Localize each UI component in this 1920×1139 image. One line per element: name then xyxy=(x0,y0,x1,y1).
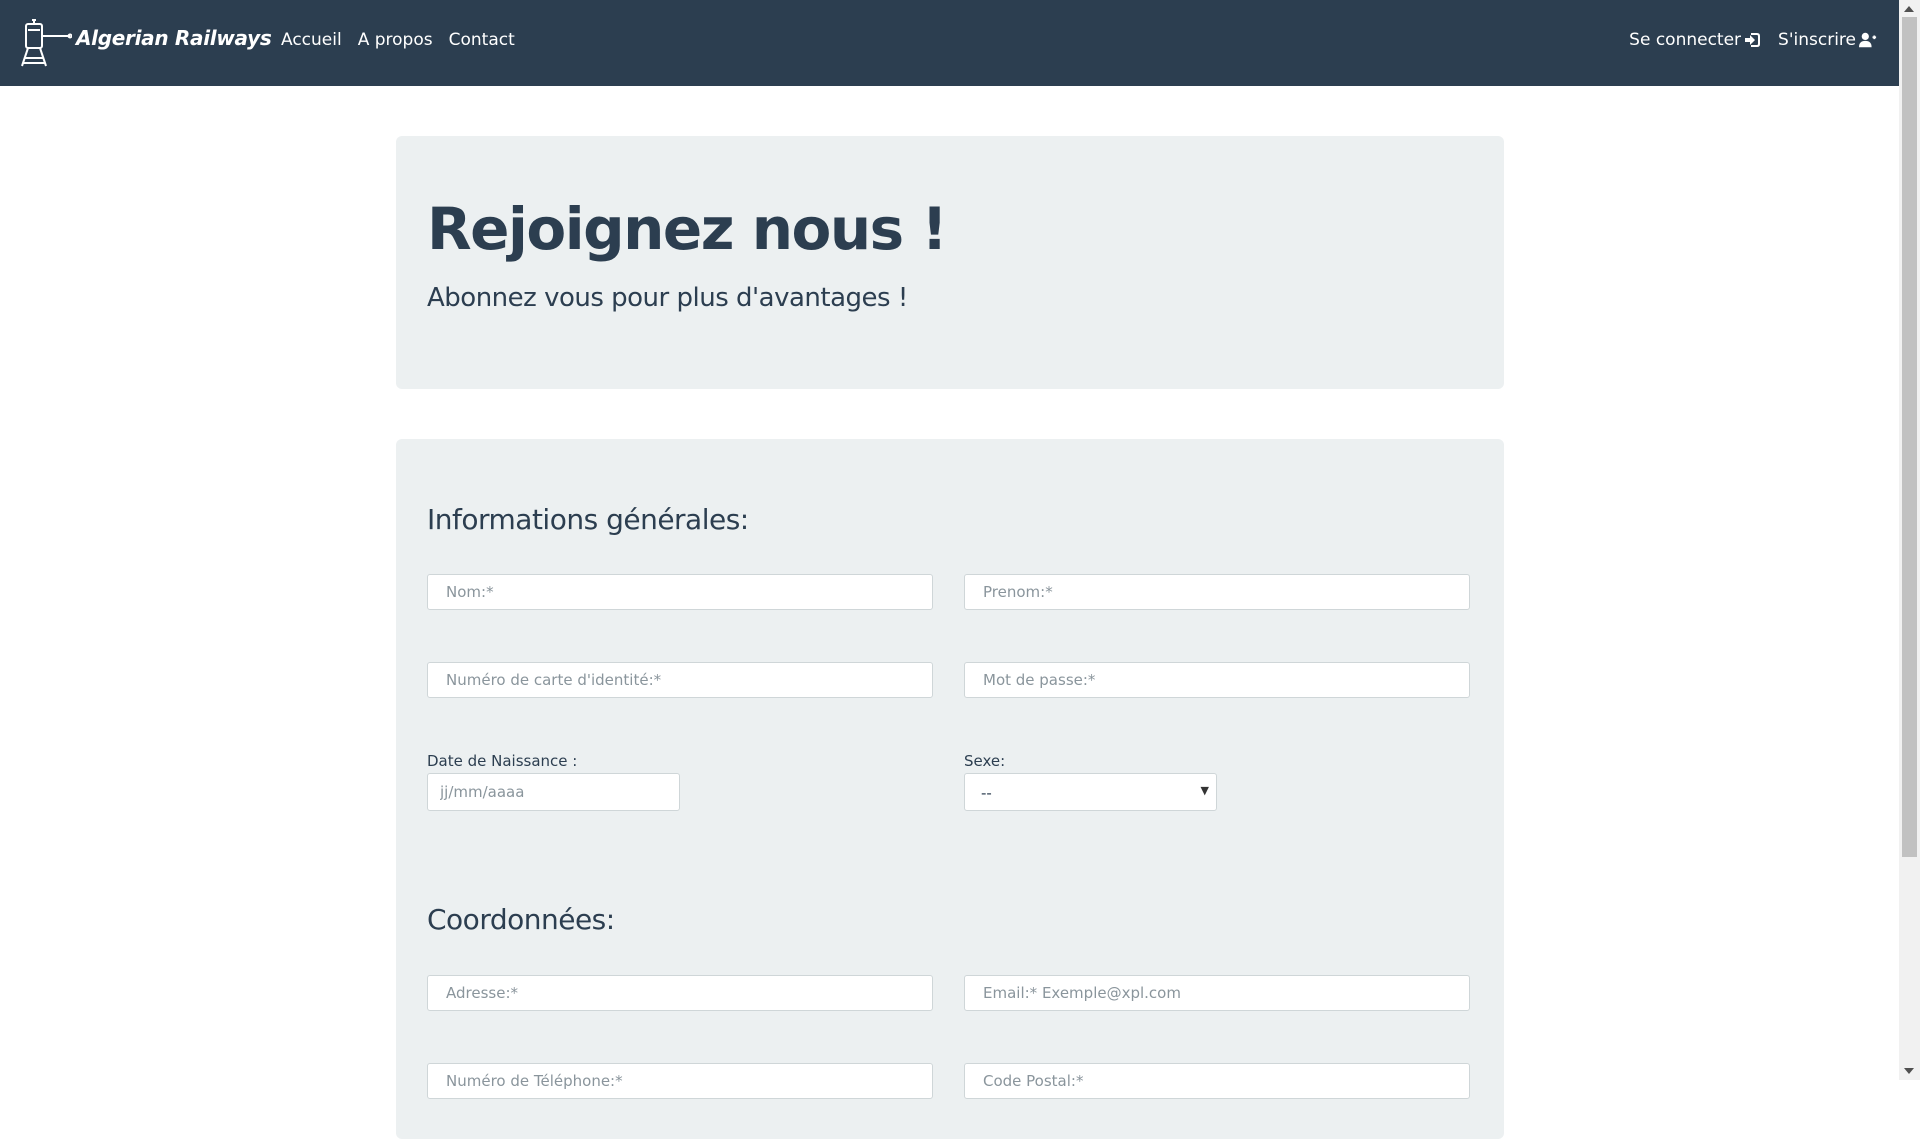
email-input[interactable] xyxy=(964,975,1470,1011)
sexe-select-value: -- xyxy=(981,784,992,802)
scroll-down-arrow-icon[interactable] xyxy=(1904,1068,1914,1074)
id-card-input[interactable] xyxy=(427,662,933,698)
scrollbar[interactable] xyxy=(1899,0,1920,1080)
scroll-thumb[interactable] xyxy=(1902,17,1917,857)
select-caret-icon: ▼ xyxy=(1200,784,1209,797)
general-info-title: Informations générales: xyxy=(427,503,749,536)
user-plus-icon xyxy=(1859,32,1877,48)
brand-name[interactable]: Algerian Railways xyxy=(76,26,272,50)
nav-link-apropos[interactable]: A propos xyxy=(358,30,433,50)
signup-label: S'inscrire xyxy=(1778,30,1856,50)
password-input[interactable] xyxy=(964,662,1470,698)
hero-banner: Rejoignez nous ! Abonnez vous pour plus … xyxy=(396,136,1504,389)
sexe-select[interactable]: -- ▼ xyxy=(964,773,1217,811)
sign-in-icon xyxy=(1745,33,1761,47)
navbar: Algerian Railways Accueil A propos Conta… xyxy=(0,0,1899,86)
contact-info-title: Coordonnées: xyxy=(427,903,615,936)
birthdate-label: Date de Naissance : xyxy=(427,752,578,770)
address-input[interactable] xyxy=(427,975,933,1011)
scroll-up-arrow-icon[interactable] xyxy=(1904,6,1914,12)
prenom-input[interactable] xyxy=(964,574,1470,610)
brand[interactable]: Algerian Railways xyxy=(18,18,272,68)
auth-nav: Se connecter S'inscrire xyxy=(1629,30,1877,50)
signup-form: Informations générales: Date de Naissanc… xyxy=(396,439,1504,1139)
sexe-label: Sexe: xyxy=(964,752,1006,770)
hero-title: Rejoignez nous ! xyxy=(427,195,948,263)
signup-link[interactable]: S'inscrire xyxy=(1778,30,1877,50)
postal-code-input[interactable] xyxy=(964,1063,1470,1099)
train-logo-icon xyxy=(21,19,72,67)
birthdate-input[interactable] xyxy=(427,773,680,811)
nav-link-accueil[interactable]: Accueil xyxy=(281,30,342,50)
nav-link-contact[interactable]: Contact xyxy=(449,30,515,50)
nom-input[interactable] xyxy=(427,574,933,610)
login-label: Se connecter xyxy=(1629,30,1742,50)
main-nav: Accueil A propos Contact xyxy=(281,30,515,50)
phone-input[interactable] xyxy=(427,1063,933,1099)
login-link[interactable]: Se connecter xyxy=(1629,30,1762,50)
hero-subtitle: Abonnez vous pour plus d'avantages ! xyxy=(427,283,908,313)
